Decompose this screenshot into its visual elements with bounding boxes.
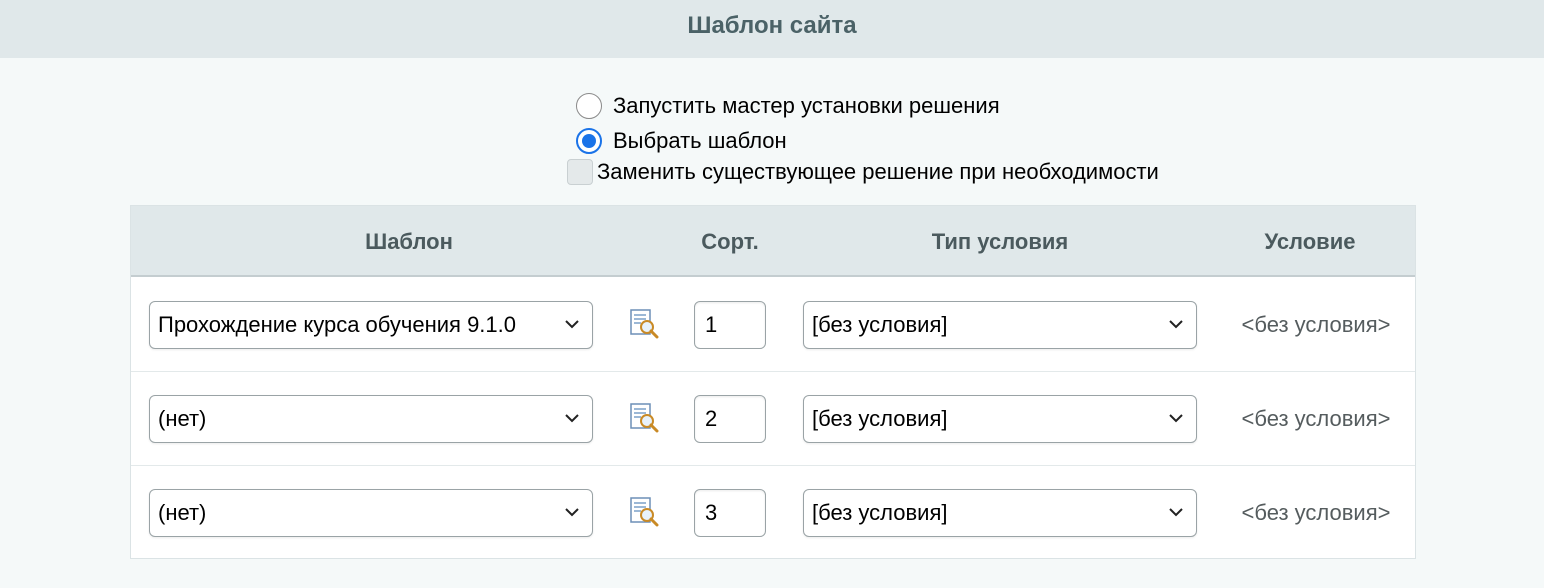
condition-type-value: [без условия] xyxy=(812,312,948,337)
replace-solution-checkbox[interactable] xyxy=(567,159,593,185)
preview-template-icon[interactable] xyxy=(628,309,660,339)
chevron-down-icon xyxy=(1169,414,1183,423)
column-header-sort: Сорт. xyxy=(701,229,759,254)
table-row: (нет) 3 [без условия] <без условия> xyxy=(131,466,1415,560)
column-header-template: Шаблон xyxy=(365,229,453,254)
sort-input[interactable]: 2 xyxy=(694,395,766,443)
run-wizard-label[interactable]: Запустить мастер установки решения xyxy=(613,93,1000,119)
chevron-down-icon xyxy=(1169,320,1183,329)
choose-template-label[interactable]: Выбрать шаблон xyxy=(613,128,787,154)
sort-value: 2 xyxy=(705,406,718,431)
condition-type-value: [без условия] xyxy=(812,406,948,431)
condition-type-value: [без условия] xyxy=(812,500,948,525)
template-select-value: Прохождение курса обучения 9.1.0 xyxy=(158,312,517,337)
templates-table: Шаблон Сорт. Тип условия Условие Прохожд… xyxy=(130,205,1416,559)
chevron-down-icon xyxy=(565,508,579,517)
condition-value: <без условия> xyxy=(1241,500,1391,525)
section-title: Шаблон сайта xyxy=(0,0,1544,58)
chevron-down-icon xyxy=(565,414,579,423)
condition-value: <без условия> xyxy=(1241,312,1391,337)
sort-value: 1 xyxy=(705,312,718,337)
replace-solution-option[interactable]: Заменить существующее решение при необхо… xyxy=(567,159,1159,185)
table-header: Шаблон Сорт. Тип условия Условие xyxy=(131,206,1415,277)
sort-value: 3 xyxy=(705,500,718,525)
template-select-value: (нет) xyxy=(158,406,207,431)
template-select[interactable]: (нет) xyxy=(149,489,593,537)
choose-template-radio[interactable] xyxy=(576,128,602,154)
run-wizard-radio[interactable] xyxy=(576,93,602,119)
table-row: (нет) 2 [без условия] <без условия> xyxy=(131,372,1415,466)
run-wizard-option[interactable]: Запустить мастер установки решения xyxy=(576,93,1000,119)
template-select[interactable]: Прохождение курса обучения 9.1.0 xyxy=(149,301,593,349)
column-header-condition: Условие xyxy=(1264,229,1356,254)
chevron-down-icon xyxy=(1169,508,1183,517)
template-select[interactable]: (нет) xyxy=(149,395,593,443)
replace-solution-label[interactable]: Заменить существующее решение при необхо… xyxy=(597,159,1159,185)
condition-value: <без условия> xyxy=(1241,406,1391,431)
condition-type-select[interactable]: [без условия] xyxy=(803,489,1197,537)
choose-template-option[interactable]: Выбрать шаблон xyxy=(576,128,787,154)
section-title-text: Шаблон сайта xyxy=(687,12,857,39)
sort-input[interactable]: 1 xyxy=(694,301,766,349)
template-select-value: (нет) xyxy=(158,500,207,525)
preview-template-icon[interactable] xyxy=(628,403,660,433)
condition-type-select[interactable]: [без условия] xyxy=(803,395,1197,443)
table-row: Прохождение курса обучения 9.1.0 1 [без … xyxy=(131,278,1415,372)
sort-input[interactable]: 3 xyxy=(694,489,766,537)
preview-template-icon[interactable] xyxy=(628,497,660,527)
chevron-down-icon xyxy=(565,320,579,329)
condition-type-select[interactable]: [без условия] xyxy=(803,301,1197,349)
column-header-condition-type: Тип условия xyxy=(931,229,1069,254)
